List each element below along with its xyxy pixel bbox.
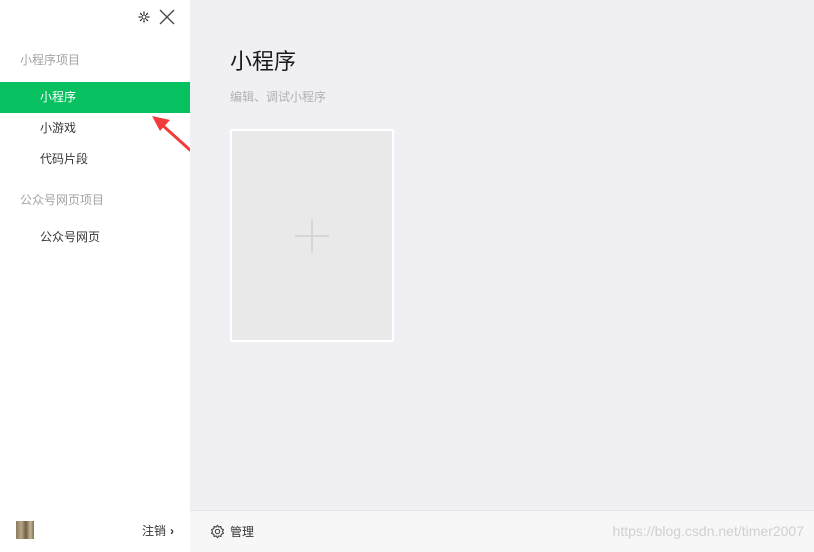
window-controls — [138, 8, 176, 26]
logout-button[interactable]: 注销 › — [142, 522, 174, 539]
close-icon[interactable] — [158, 8, 176, 26]
main-content: 小程序 编辑、调试小程序 — [190, 0, 814, 510]
section-title-official-account-projects: 公众号网页项目 — [20, 193, 105, 207]
manage-button[interactable]: 管理 — [210, 523, 254, 540]
annotation-arrow-icon — [152, 116, 192, 152]
avatar[interactable] — [16, 521, 34, 539]
manage-label: 管理 — [230, 525, 255, 539]
watermark-text: https://blog.csdn.net/timer2007 — [612, 523, 804, 539]
section-title-miniprogram-projects: 小程序项目 — [20, 53, 81, 67]
bottom-bar: 管理 https://blog.csdn.net/timer2007 — [190, 510, 814, 552]
new-project-card[interactable] — [230, 129, 394, 342]
sidebar-footer: 注销 › — [0, 510, 190, 552]
logout-label: 注销 — [141, 524, 166, 538]
page-title: 小程序 — [230, 49, 297, 74]
sidebar: 小程序项目 小程序 小游戏 代码片段 公众号网页项目 公众号网页 注销 › — [0, 0, 190, 552]
sidebar-item-miniprogram[interactable]: 小程序 — [0, 82, 190, 113]
gear-icon[interactable] — [138, 11, 150, 23]
plus-icon — [295, 219, 329, 253]
chevron-right-icon: › — [170, 524, 174, 538]
settings-icon — [211, 524, 224, 539]
sidebar-item-official-account-webpage[interactable]: 公众号网页 — [0, 222, 190, 253]
page-subtitle: 编辑、调试小程序 — [230, 90, 327, 104]
